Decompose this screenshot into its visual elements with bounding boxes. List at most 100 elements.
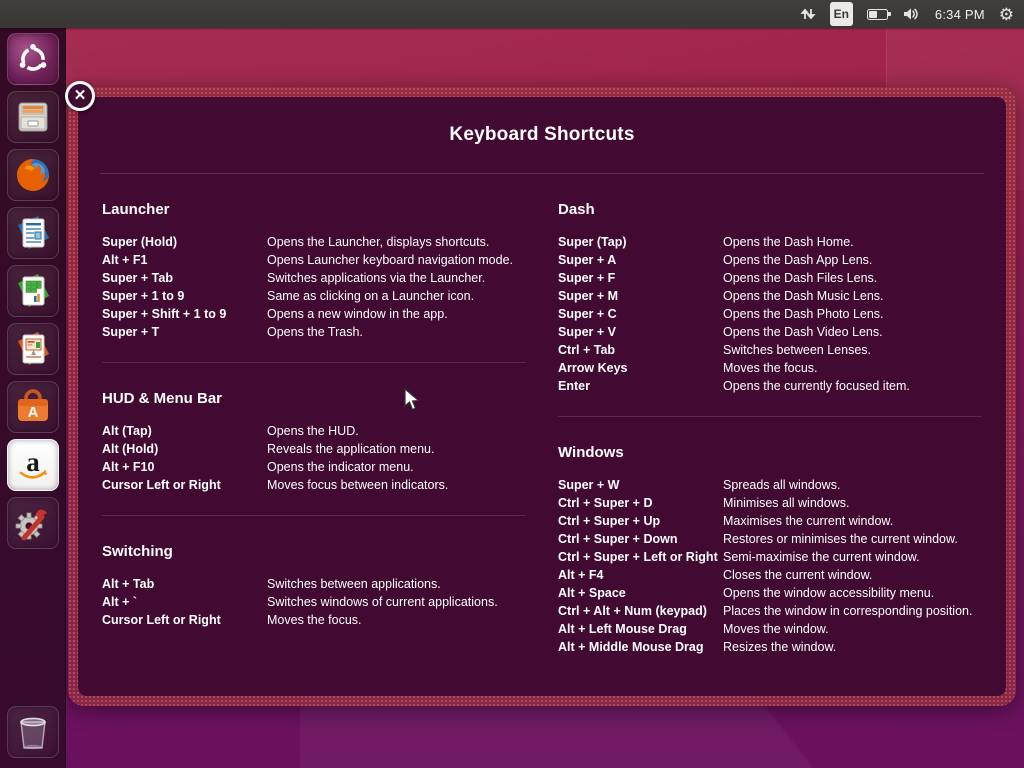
shortcut-description: Moves the focus. <box>723 359 982 377</box>
launcher-item-firefox[interactable] <box>7 149 59 201</box>
shortcut-keys: Arrow Keys <box>558 359 721 377</box>
shortcut-rows: Super (Hold)Opens the Launcher, displays… <box>102 233 526 341</box>
shortcut-keys: Super (Hold) <box>102 233 265 251</box>
shortcuts-column-left: Launcher Super (Hold)Opens the Launcher, … <box>102 174 526 656</box>
shortcut-description: Opens the window accessibility menu. <box>723 584 982 602</box>
shortcuts-panel: Keyboard Shortcuts LauncherSuper (Hold)O… <box>78 97 1006 696</box>
shortcut-keys: Alt + Tab <box>102 575 265 593</box>
shortcut-keys: Super + V <box>558 323 721 341</box>
shortcut-description: Closes the current window. <box>723 566 982 584</box>
shortcut-description: Opens the indicator menu. <box>267 458 526 476</box>
unity-launcher: A a <box>0 28 66 768</box>
shortcut-description: Opens Launcher keyboard navigation mode. <box>267 251 526 269</box>
system-settings-icon <box>12 502 54 544</box>
shortcut-keys: Alt (Hold) <box>102 440 265 458</box>
files-icon <box>13 97 53 137</box>
shortcut-rows: Alt + TabSwitches between applications.A… <box>102 575 526 629</box>
section-separator <box>102 515 526 516</box>
shortcut-keys: Super (Tap) <box>558 233 721 251</box>
shortcut-description: Moves focus between indicators. <box>267 476 526 494</box>
shortcut-description: Maximises the current window. <box>723 512 982 530</box>
shortcut-keys: Cursor Left or Right <box>102 611 265 629</box>
shortcut-keys: Super + F <box>558 269 721 287</box>
session-gear-icon[interactable]: ⚙ <box>999 2 1014 26</box>
clock[interactable]: 6:34 PM <box>935 2 985 26</box>
section-separator <box>558 416 982 417</box>
svg-text:a: a <box>26 447 40 477</box>
shortcuts-columns: Launcher Super (Hold)Opens the Launcher, … <box>78 174 1006 656</box>
volume-icon[interactable] <box>902 2 921 26</box>
shortcut-keys: Super + M <box>558 287 721 305</box>
keyboard-shortcuts-overlay: Keyboard Shortcuts LauncherSuper (Hold)O… <box>68 87 1016 706</box>
launcher-item-software-center[interactable]: A <box>7 381 59 433</box>
shortcut-keys: Super + Tab <box>102 269 265 287</box>
shortcut-keys: Ctrl + Super + Down <box>558 530 721 548</box>
shortcut-keys: Alt + Space <box>558 584 721 602</box>
shortcut-description: Opens the HUD. <box>267 422 526 440</box>
ubuntu-dash-icon <box>14 40 52 78</box>
libreoffice-impress-icon <box>13 329 53 369</box>
svg-text:A: A <box>28 404 39 421</box>
shortcut-description: Semi-maximise the current window. <box>723 548 982 566</box>
launcher-item-libreoffice-calc[interactable] <box>7 265 59 317</box>
shortcut-description: Opens the Dash App Lens. <box>723 251 982 269</box>
shortcuts-column-right: DashSuper (Tap)Opens the Dash Home.Super… <box>558 174 982 656</box>
shortcut-keys: Ctrl + Super + Left or Right <box>558 548 721 566</box>
shortcut-description: Opens a new window in the app. <box>267 305 526 323</box>
section-heading: Windows <box>558 444 982 461</box>
launcher-item-system-settings[interactable] <box>7 497 59 549</box>
shortcut-description: Opens the Trash. <box>267 323 526 341</box>
shortcut-description: Switches applications via the Launcher. <box>267 269 526 287</box>
trash-icon <box>12 711 54 753</box>
shortcut-description: Switches between Lenses. <box>723 341 982 359</box>
shortcut-keys: Alt + F4 <box>558 566 721 584</box>
launcher-item-files[interactable] <box>7 91 59 143</box>
shortcut-keys: Ctrl + Tab <box>558 341 721 359</box>
shortcut-description: Opens the currently focused item. <box>723 377 982 395</box>
shortcut-keys: Cursor Left or Right <box>102 476 265 494</box>
shortcut-keys: Ctrl + Super + D <box>558 494 721 512</box>
updown-arrows-icon[interactable] <box>800 2 816 26</box>
shortcut-description: Switches between applications. <box>267 575 526 593</box>
shortcut-keys: Super + A <box>558 251 721 269</box>
shortcut-keys: Alt + F1 <box>102 251 265 269</box>
shortcut-keys: Ctrl + Alt + Num (keypad) <box>558 602 721 620</box>
shortcut-keys: Alt + Left Mouse Drag <box>558 620 721 638</box>
shortcut-description: Resizes the window. <box>723 638 982 656</box>
shortcut-description: Spreads all windows. <box>723 476 982 494</box>
shortcut-rows: Alt (Tap)Opens the HUD.Alt (Hold)Reveals… <box>102 422 526 494</box>
close-button[interactable]: ✕ <box>65 81 95 111</box>
shortcut-description: Opens the Dash Photo Lens. <box>723 305 982 323</box>
shortcut-description: Moves the window. <box>723 620 982 638</box>
shortcut-description: Restores or minimises the current window… <box>723 530 982 548</box>
shortcut-rows: Super + WSpreads all windows.Ctrl + Supe… <box>558 476 982 656</box>
shortcut-keys: Alt (Tap) <box>102 422 265 440</box>
launcher-item-libreoffice-impress[interactable] <box>7 323 59 375</box>
shortcut-description: Same as clicking on a Launcher icon. <box>267 287 526 305</box>
shortcut-keys: Enter <box>558 377 721 395</box>
software-center-icon: A <box>12 386 54 428</box>
section-heading: Launcher <box>102 201 526 218</box>
launcher-item-ubuntu-dash[interactable] <box>7 33 59 85</box>
section-heading: HUD & Menu Bar <box>102 390 526 407</box>
shortcut-description: Switches windows of current applications… <box>267 593 526 611</box>
launcher-item-trash[interactable] <box>7 706 59 758</box>
battery-icon[interactable] <box>867 2 888 26</box>
shortcut-description: Opens the Dash Music Lens. <box>723 287 982 305</box>
shortcut-keys: Alt + F10 <box>102 458 265 476</box>
section-heading: Switching <box>102 543 526 560</box>
launcher-item-amazon[interactable]: a <box>7 439 59 491</box>
libreoffice-writer-icon <box>13 213 53 253</box>
section-heading: Dash <box>558 201 982 218</box>
top-panel: En 6:34 PM ⚙ <box>0 0 1024 28</box>
shortcut-keys: Super + 1 to 9 <box>102 287 265 305</box>
shortcut-description: Opens the Dash Files Lens. <box>723 269 982 287</box>
keyboard-layout-indicator[interactable]: En <box>830 2 853 26</box>
shortcut-keys: Super + W <box>558 476 721 494</box>
firefox-icon <box>12 154 54 196</box>
shortcut-description: Opens the Launcher, displays shortcuts. <box>267 233 526 251</box>
launcher-item-libreoffice-writer[interactable] <box>7 207 59 259</box>
shortcut-description: Places the window in corresponding posit… <box>723 602 982 620</box>
shortcut-description: Moves the focus. <box>267 611 526 629</box>
shortcut-keys: Alt + Middle Mouse Drag <box>558 638 721 656</box>
